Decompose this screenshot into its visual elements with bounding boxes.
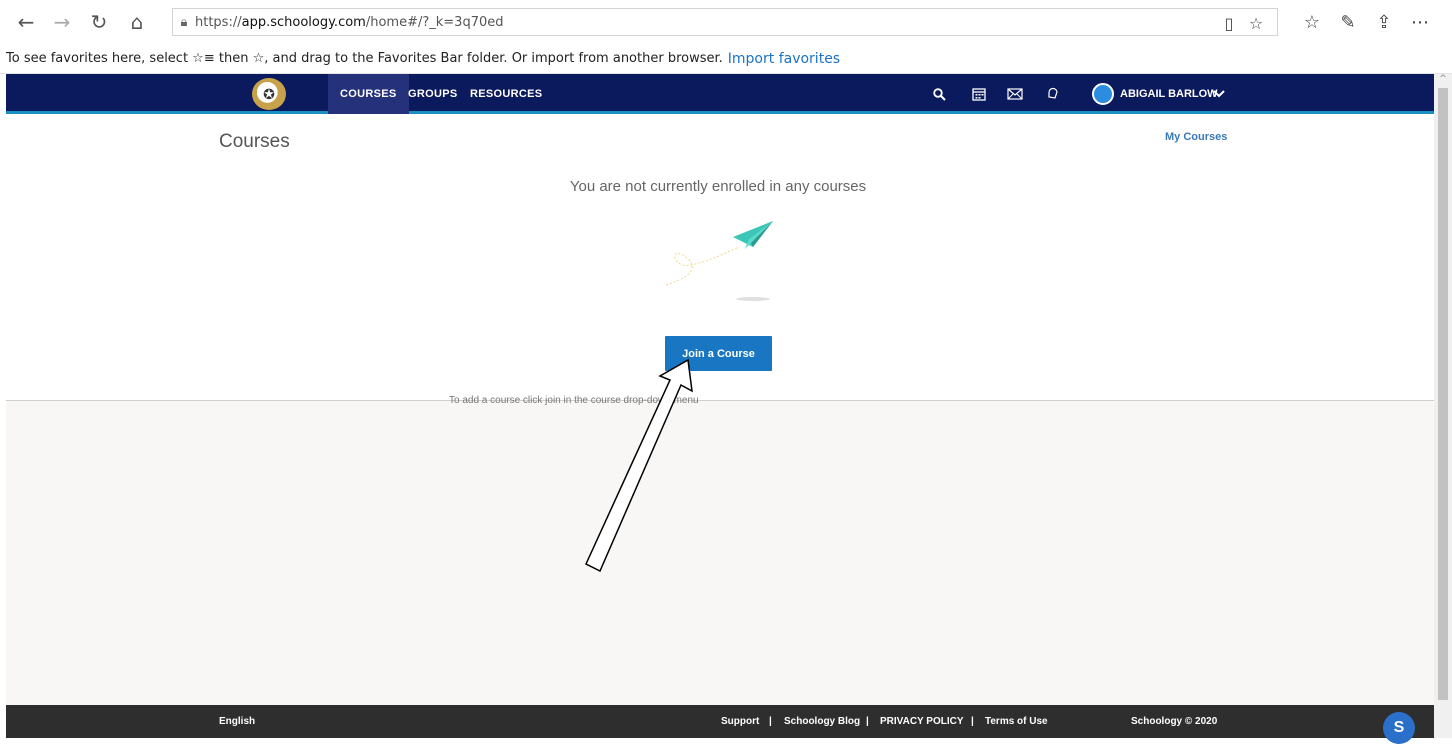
page-scrollbar[interactable]: ^ [1434,74,1452,738]
join-hint-text: To add a course click join in the course… [449,395,699,406]
share-icon[interactable]: ⇪ [1372,10,1396,34]
favorites-message: To see favorites here, select ☆≡ then ☆,… [6,51,723,66]
favorites-bar: To see favorites here, select ☆≡ then ☆,… [0,44,1452,74]
notification-bell-icon[interactable] [1042,83,1064,105]
tab-resources[interactable]: RESOURCES [458,74,554,114]
home-icon[interactable]: ⌂ [125,10,149,34]
avatar[interactable] [1092,83,1114,105]
school-logo[interactable]: ✪ [252,78,286,110]
footer-link-support[interactable]: Support [721,705,759,738]
pen-icon[interactable]: ✎ [1336,10,1360,34]
main-content: Courses My Courses You are not currently… [6,117,1434,400]
site-header: ✪ COURSES GROUPS RESOURCES ABIGAIL BARLO… [6,74,1434,114]
back-arrow-icon[interactable]: ← [14,10,38,34]
my-courses-link[interactable]: My Courses [1165,131,1227,143]
footer-separator: | [769,716,772,727]
forward-arrow-icon[interactable]: → [50,10,74,34]
copyright-text: Schoology © 2020 [1131,716,1218,727]
chevron-down-icon[interactable] [1213,74,1225,114]
calendar-icon[interactable] [968,83,990,105]
empty-state-message: You are not currently enrolled in any co… [569,178,867,195]
footer-link-terms[interactable]: Terms of Use [985,705,1048,738]
url-text: https://app.schoology.com/home#/?_k=3q70… [195,14,504,30]
search-icon[interactable] [928,83,950,105]
lower-content-area: To add a course click join in the course… [6,395,1434,705]
refresh-icon[interactable]: ↻ [87,10,111,34]
browser-toolbar: ← → ↻ ⌂ 🔒︎ https://app.schoology.com/hom… [0,0,1452,44]
footer: English Support | Schoology Blog | PRIVA… [6,705,1434,738]
footer-link-blog[interactable]: Schoology Blog [784,705,860,738]
join-course-button[interactable]: Join a Course [665,336,772,371]
lock-icon: 🔒︎ [180,14,188,30]
language-selector[interactable]: English [219,705,255,738]
address-bar[interactable]: 🔒︎ https://app.schoology.com/home#/?_k=3… [172,8,1278,36]
reading-view-icon[interactable]: ▯ [1218,12,1240,34]
favorite-star-icon[interactable]: ☆ [1245,12,1267,34]
import-favorites-link[interactable]: Import favorites [728,51,840,67]
page-title: Courses [219,131,290,152]
scroll-up-arrow-icon[interactable]: ^ [1437,74,1449,86]
support-badge[interactable]: S [1383,712,1415,744]
more-icon[interactable]: ⋯ [1408,10,1432,34]
mail-icon[interactable] [1004,83,1026,105]
footer-separator: | [971,716,974,727]
favorites-list-icon[interactable]: ☆ [1300,10,1324,34]
user-name[interactable]: ABIGAIL BARLOW [1120,74,1218,114]
footer-separator: | [866,716,869,727]
paper-plane-icon [665,221,773,301]
footer-link-privacy[interactable]: PRIVACY POLICY [880,705,964,738]
scrollbar-thumb[interactable] [1438,88,1448,700]
